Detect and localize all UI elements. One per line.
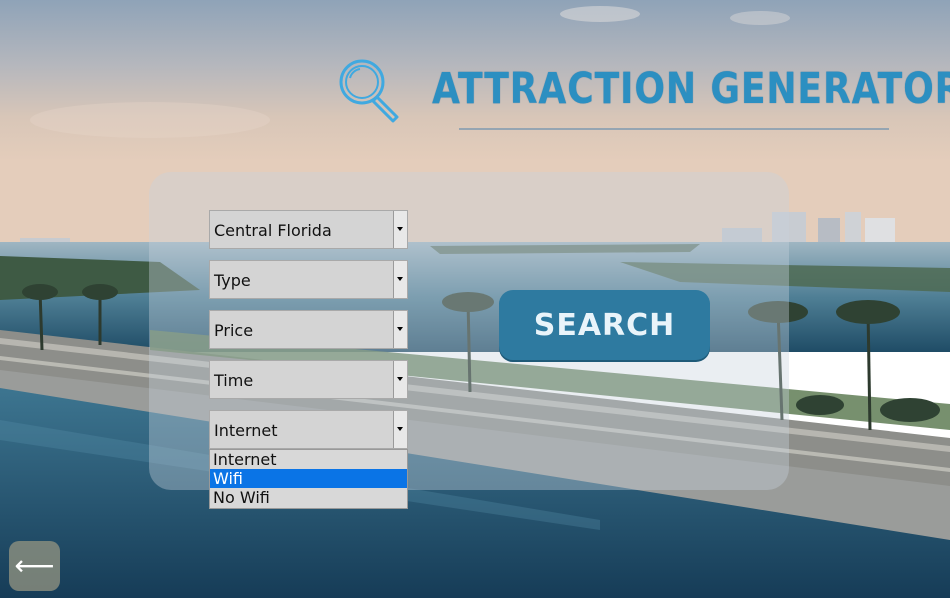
option-wifi[interactable]: Wifi — [210, 469, 407, 488]
time-select-value: Time — [214, 371, 254, 390]
type-select-value: Type — [214, 271, 251, 290]
internet-options-list: Internet Wifi No Wifi — [209, 449, 408, 509]
chevron-down-icon[interactable] — [393, 211, 407, 248]
option-no-wifi[interactable]: No Wifi — [210, 488, 407, 507]
internet-select-value: Internet — [214, 421, 278, 440]
region-select-value: Central Florida — [214, 221, 332, 240]
region-select[interactable]: Central Florida — [209, 210, 408, 249]
price-select[interactable]: Price — [209, 310, 408, 349]
app-title: ATTRACTION GENERATOR — [432, 64, 950, 114]
time-select[interactable]: Time — [209, 360, 408, 399]
search-button[interactable]: SEARCH — [499, 290, 710, 360]
title-divider — [459, 128, 889, 130]
magnifier-icon — [339, 59, 399, 123]
type-select[interactable]: Type — [209, 260, 408, 299]
internet-select[interactable]: Internet — [209, 410, 408, 449]
chevron-down-icon[interactable] — [393, 411, 407, 448]
price-select-value: Price — [214, 321, 254, 340]
chevron-down-icon[interactable] — [393, 311, 407, 348]
option-internet[interactable]: Internet — [210, 450, 407, 469]
left-arrow-icon: ⟵ — [14, 549, 55, 582]
chevron-down-icon[interactable] — [393, 261, 407, 298]
back-button[interactable]: ⟵ — [9, 541, 60, 591]
chevron-down-icon[interactable] — [393, 361, 407, 398]
